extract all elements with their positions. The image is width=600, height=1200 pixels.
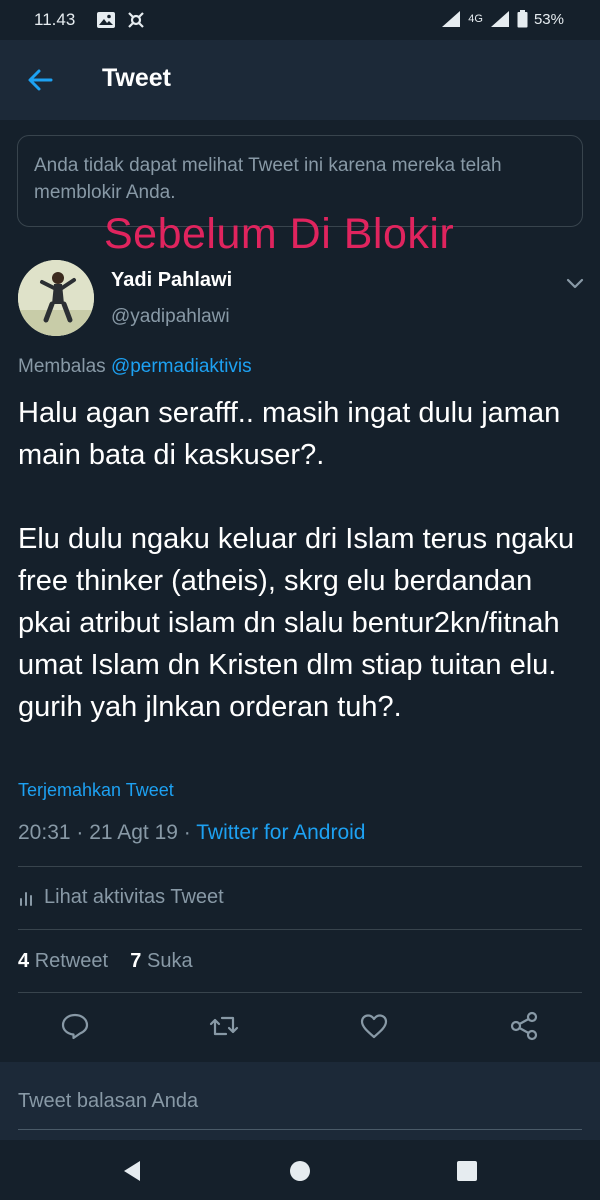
overlay-caption: Sebelum Di Blokir bbox=[104, 210, 455, 258]
retweet-count: 4 bbox=[18, 950, 30, 972]
like-count-group[interactable]: 7 Suka bbox=[130, 950, 192, 972]
bar-chart-icon bbox=[20, 891, 32, 906]
nav-home-icon[interactable] bbox=[287, 1158, 313, 1184]
engagement-counts: 4 Retweet 7 Suka bbox=[18, 950, 193, 973]
app-icon bbox=[128, 12, 144, 28]
reply-bar bbox=[0, 1062, 600, 1140]
status-bar: 11.43 4G 53% bbox=[0, 0, 600, 40]
app-bar: Tweet bbox=[0, 40, 600, 120]
chevron-down-icon[interactable] bbox=[564, 272, 586, 294]
replying-to: Membalas @permadiaktivis bbox=[18, 356, 252, 378]
avatar[interactable] bbox=[18, 260, 94, 336]
blocked-notice-text: Anda tidak dapat melihat Tweet ini karen… bbox=[34, 155, 502, 203]
system-nav-bar bbox=[0, 1140, 600, 1200]
page-title: Tweet bbox=[102, 64, 171, 92]
status-right: 4G 53% bbox=[440, 10, 564, 28]
action-row bbox=[0, 1006, 600, 1046]
network-label: 4G bbox=[468, 13, 483, 25]
replying-prefix: Membalas bbox=[18, 356, 106, 377]
image-icon bbox=[97, 12, 115, 28]
retweet-icon[interactable] bbox=[208, 1010, 240, 1042]
signal-icon bbox=[490, 11, 509, 27]
battery-icon bbox=[517, 10, 528, 28]
tweet-timestamp: 20:31 · 21 Agt 19 · bbox=[18, 821, 197, 844]
nav-back-icon[interactable] bbox=[119, 1158, 145, 1184]
replying-to-link[interactable]: @permadiaktivis bbox=[111, 356, 252, 377]
like-label: Suka bbox=[146, 950, 193, 972]
back-arrow-icon[interactable] bbox=[24, 64, 56, 96]
retweet-count-group[interactable]: 4 Retweet bbox=[18, 950, 108, 972]
battery-level: 53% bbox=[533, 10, 564, 28]
avatar-image bbox=[18, 260, 94, 336]
signal-icon bbox=[442, 11, 461, 27]
tweet-meta: 20:31 · 21 Agt 19 · Twitter for Android bbox=[18, 821, 366, 845]
activity-label: Lihat aktivitas Tweet bbox=[44, 886, 224, 908]
author-handle[interactable]: @yadipahlawi bbox=[111, 306, 230, 328]
like-count: 7 bbox=[130, 950, 142, 972]
share-icon[interactable] bbox=[508, 1010, 540, 1042]
tweet-source[interactable]: Twitter for Android bbox=[196, 821, 365, 844]
activity-link[interactable]: Lihat aktivitas Tweet bbox=[18, 886, 224, 909]
translate-link[interactable]: Terjemahkan Tweet bbox=[18, 780, 174, 801]
reply-input[interactable] bbox=[18, 1090, 582, 1130]
reply-icon[interactable] bbox=[59, 1010, 91, 1042]
tweet-body: Halu agan serafff.. masih ingat dulu jam… bbox=[18, 397, 575, 723]
divider bbox=[18, 929, 582, 930]
author-name[interactable]: Yadi Pahlawi bbox=[111, 269, 232, 292]
divider bbox=[18, 866, 582, 867]
like-icon[interactable] bbox=[358, 1010, 390, 1042]
retweet-label: Retweet bbox=[34, 950, 109, 972]
status-time: 11.43 bbox=[34, 10, 76, 29]
divider bbox=[18, 992, 582, 993]
nav-recents-icon[interactable] bbox=[454, 1158, 480, 1184]
